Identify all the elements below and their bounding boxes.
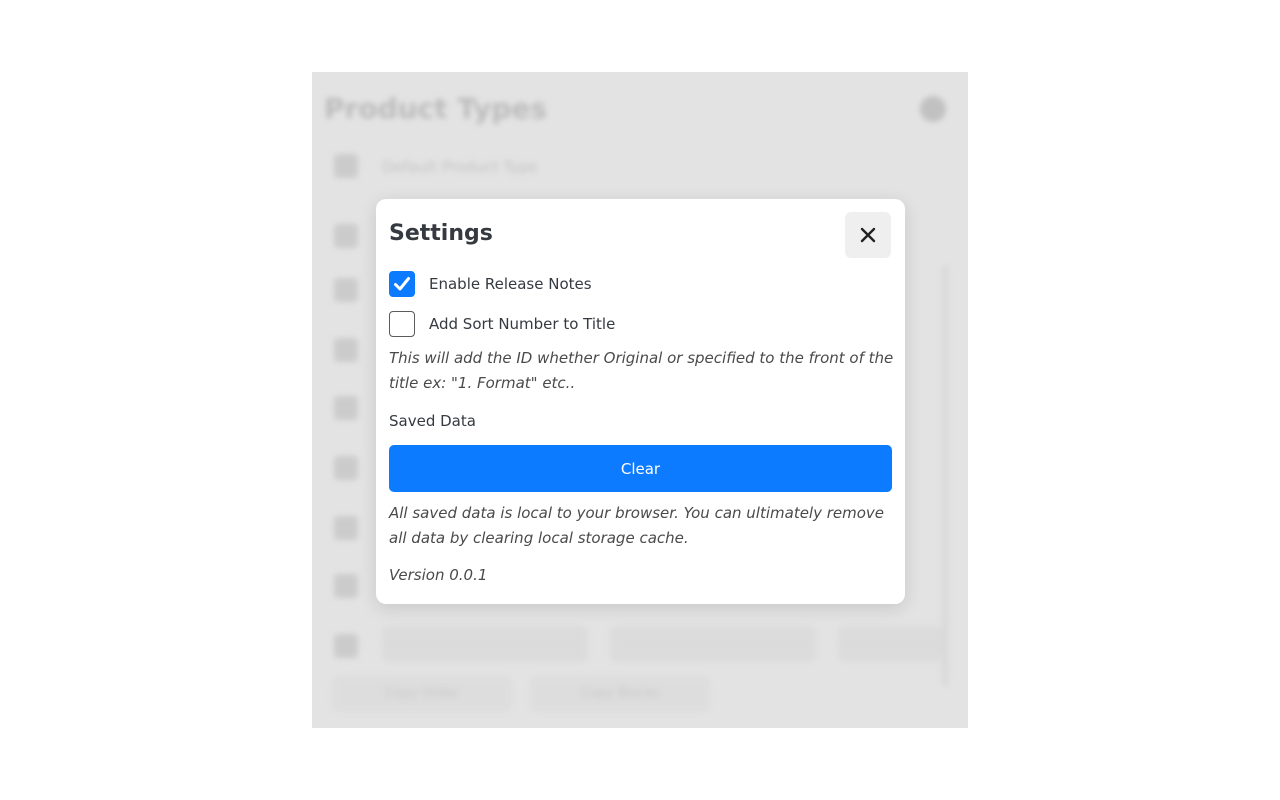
sort-number-hint: This will add the ID whether Original or… xyxy=(389,349,894,392)
background-subtitle: Default Product Type xyxy=(382,158,538,176)
background-row-icon xyxy=(334,574,358,598)
version-label: Version 0.0.1 xyxy=(389,566,488,584)
background-row-icon xyxy=(334,396,358,420)
background-cell xyxy=(610,626,816,662)
background-copy-order-button: Copy Order xyxy=(332,676,512,712)
saved-data-label: Saved Data xyxy=(389,412,476,430)
background-row-icon xyxy=(334,278,358,302)
close-icon xyxy=(860,227,876,243)
option-add-sort-number[interactable]: Add Sort Number to Title xyxy=(389,311,615,337)
add-sort-number-checkbox[interactable] xyxy=(389,311,415,337)
enable-release-notes-label: Enable Release Notes xyxy=(429,275,592,293)
add-sort-number-label: Add Sort Number to Title xyxy=(429,315,616,333)
background-copy-blocks-button: Copy Blocks xyxy=(530,676,710,712)
background-row-icon xyxy=(334,224,358,248)
modal-title: Settings xyxy=(389,221,493,246)
background-page-title: Product Types xyxy=(324,92,548,125)
option-enable-release-notes[interactable]: Enable Release Notes xyxy=(389,271,592,297)
checkmark-icon xyxy=(394,277,410,291)
gear-icon xyxy=(920,96,946,122)
background-row-icon xyxy=(334,456,358,480)
background-row-icon xyxy=(334,516,358,540)
clear-button[interactable]: Clear xyxy=(389,445,892,492)
background-row-icon xyxy=(334,338,358,362)
background-cell xyxy=(838,626,942,662)
background-row-icon xyxy=(334,634,358,658)
background-cell xyxy=(382,626,588,662)
background-row-icon xyxy=(334,154,358,178)
close-button[interactable] xyxy=(845,212,891,258)
settings-modal: Settings Enable Release Notes Add Sort N… xyxy=(376,199,905,604)
enable-release-notes-checkbox[interactable] xyxy=(389,271,415,297)
storage-hint: All saved data is local to your browser.… xyxy=(389,504,885,547)
